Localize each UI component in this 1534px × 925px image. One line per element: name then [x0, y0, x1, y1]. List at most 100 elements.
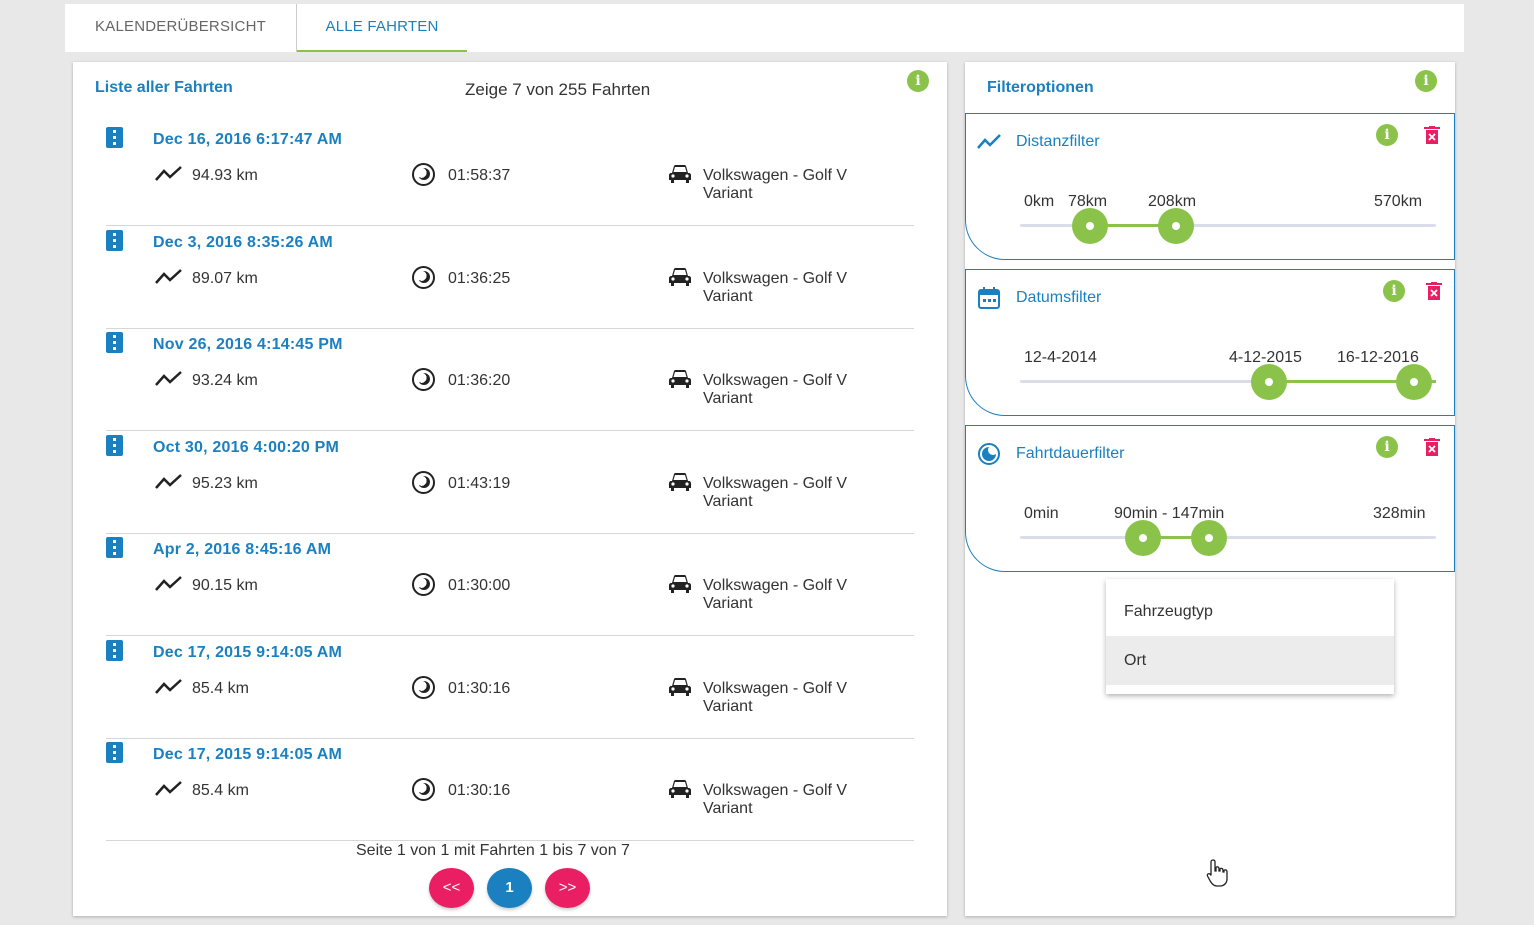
clock-icon: [412, 675, 435, 699]
trip-date[interactable]: Dec 17, 2015 9:14:05 AM: [153, 644, 342, 662]
pagination-text: Seite 1 von 1 mit Fahrten 1 bis 7 von 7: [356, 842, 630, 859]
delete-filter-icon[interactable]: [1426, 282, 1442, 300]
trip-row[interactable]: Apr 2, 2016 8:45:16 AM 90.15 km 01:30:00 Vo…: [106, 533, 914, 636]
distance-filter: Distanzfilter i 0km 78km 208km 570km: [965, 113, 1455, 260]
clock-icon: [412, 265, 435, 289]
clock-icon: [412, 573, 435, 596]
info-icon[interactable]: i: [907, 70, 929, 92]
trip-row[interactable]: Dec 17, 2015 9:14:05 AM 85.4 km 01:30:16 Vo…: [106, 738, 914, 841]
range-max-label: 328min: [1373, 505, 1426, 522]
road-icon: [106, 537, 123, 558]
range-min-label: 0min: [1024, 505, 1059, 522]
trip-vehicle: Volkswagen - Golf V Variant: [703, 577, 848, 612]
add-filter-menu: Fahrzeugtyp Ort: [1106, 579, 1394, 694]
trip-distance: 93.24 km: [192, 372, 258, 389]
trip-distance: 85.4 km: [192, 679, 249, 697]
car-icon: [669, 677, 691, 696]
delete-filter-icon[interactable]: [1424, 126, 1440, 144]
car-icon: [669, 472, 691, 491]
trip-distance: 94.93 km: [192, 167, 258, 184]
trip-vehicle: Volkswagen - Golf V Variant: [703, 372, 848, 407]
info-icon[interactable]: i: [1415, 70, 1437, 92]
date-filter: Datumsfilter i 12-4-2014 4-12-2015 16-12…: [965, 269, 1455, 416]
slider-high-handle[interactable]: [1191, 520, 1227, 556]
trend-line-icon: [155, 678, 182, 694]
slider-low-handle[interactable]: [1251, 364, 1287, 400]
trip-date[interactable]: Apr 2, 2016 8:45:16 AM: [153, 541, 331, 559]
tab-alle-fahrten[interactable]: ALLE FAHRTEN: [297, 4, 467, 52]
car-icon: [669, 575, 691, 593]
road-icon: [106, 742, 123, 763]
info-icon[interactable]: i: [1383, 280, 1405, 302]
car-icon: [669, 267, 691, 286]
filter-name: Distanzfilter: [1016, 133, 1100, 150]
road-icon: [106, 127, 123, 148]
slider-high-handle[interactable]: [1158, 208, 1194, 244]
menu-item-fahrzeugtyp[interactable]: Fahrzeugtyp: [1106, 587, 1394, 636]
road-icon: [106, 639, 123, 661]
trip-duration: 01:36:20: [448, 372, 511, 389]
duration-filter: Fahrtdauerfilter i 0min 90min - 147min 3…: [965, 425, 1455, 572]
trip-date[interactable]: Nov 26, 2016 4:14:45 PM: [153, 336, 343, 354]
delete-filter-icon[interactable]: [1424, 438, 1440, 456]
car-icon: [669, 780, 691, 798]
trip-vehicle: Volkswagen - Golf V Variant: [703, 782, 848, 817]
trend-line-icon: [155, 371, 182, 386]
trip-distance: 95.23 km: [192, 474, 258, 492]
calendar-icon: [978, 287, 1000, 309]
trip-row[interactable]: Nov 26, 2016 4:14:45 PM 93.24 km 01:36:20 V…: [106, 328, 914, 431]
trend-line-icon: [155, 576, 182, 591]
trip-vehicle: Volkswagen - Golf V Variant: [703, 167, 848, 202]
trip-duration: 01:30:16: [448, 679, 511, 697]
trip-row[interactable]: Dec 16, 2016 6:17:47 AM 94.93 km 01:58:37 V…: [106, 123, 914, 226]
trips-panel-title: Liste aller Fahrten: [95, 79, 233, 96]
clock-icon: [412, 368, 435, 391]
trip-date[interactable]: Dec 16, 2016 6:17:47 AM: [153, 131, 342, 149]
trip-distance: 85.4 km: [192, 782, 249, 799]
trend-line-icon: [155, 473, 182, 489]
filter-name: Datumsfilter: [1016, 289, 1102, 306]
trip-vehicle: Volkswagen - Golf V Variant: [703, 679, 848, 715]
clock-icon: [412, 778, 435, 801]
tab-bar: KALENDERÜBERSICHT ALLE FAHRTEN: [65, 4, 1464, 52]
info-icon[interactable]: i: [1376, 124, 1398, 146]
clock-icon: [978, 443, 1000, 465]
hand-cursor-icon: [1206, 859, 1228, 887]
trip-row[interactable]: Oct 30, 2016 4:00:20 PM 95.23 km 01:43:19 V…: [106, 431, 914, 534]
trip-date[interactable]: Dec 3, 2016 8:35:26 AM: [153, 234, 333, 252]
range-max-label: 570km: [1374, 193, 1423, 210]
road-icon: [106, 332, 123, 353]
trend-line-icon: [155, 268, 182, 284]
trips-panel: Liste aller Fahrten Zeige 7 von 255 Fahr…: [73, 62, 947, 916]
slider-track[interactable]: [1020, 536, 1436, 539]
next-page-button[interactable]: >>: [545, 868, 590, 908]
filters-panel-title: Filteroptionen: [987, 79, 1094, 96]
slider-low-handle[interactable]: [1072, 208, 1108, 244]
trip-row[interactable]: Dec 3, 2016 8:35:26 AM 89.07 km 01:36:25 Vo…: [106, 226, 914, 329]
trip-vehicle: Volkswagen - Golf V Variant: [703, 269, 848, 305]
info-icon[interactable]: i: [1376, 436, 1398, 458]
slider-high-handle[interactable]: [1396, 364, 1432, 400]
range-min-label: 0km: [1024, 193, 1055, 210]
trip-duration: 01:30:00: [448, 577, 511, 594]
car-icon: [669, 370, 691, 388]
prev-page-button[interactable]: <<: [429, 868, 474, 908]
trip-vehicle: Volkswagen - Golf V Variant: [703, 474, 848, 510]
trip-row[interactable]: Dec 17, 2015 9:14:05 AM 85.4 km 01:30:16 Vo…: [106, 636, 914, 739]
filter-name: Fahrtdauerfilter: [1016, 445, 1125, 462]
road-icon: [106, 434, 123, 456]
range-min-label: 12-4-2014: [1024, 349, 1097, 366]
slider-low-handle[interactable]: [1125, 520, 1161, 556]
car-icon: [669, 165, 691, 183]
trip-duration: 01:30:16: [448, 782, 511, 799]
clock-icon: [412, 163, 435, 186]
trend-line-icon: [155, 781, 182, 796]
tab-kalenderuebersicht[interactable]: KALENDERÜBERSICHT: [65, 4, 297, 52]
trip-date[interactable]: Dec 17, 2015 9:14:05 AM: [153, 746, 342, 764]
clock-icon: [412, 470, 435, 494]
trend-line-icon: [155, 166, 182, 181]
current-page-button[interactable]: 1: [487, 868, 532, 908]
trip-date[interactable]: Oct 30, 2016 4:00:20 PM: [153, 439, 339, 457]
trip-duration: 01:36:25: [448, 269, 511, 287]
menu-item-ort[interactable]: Ort: [1106, 636, 1394, 685]
